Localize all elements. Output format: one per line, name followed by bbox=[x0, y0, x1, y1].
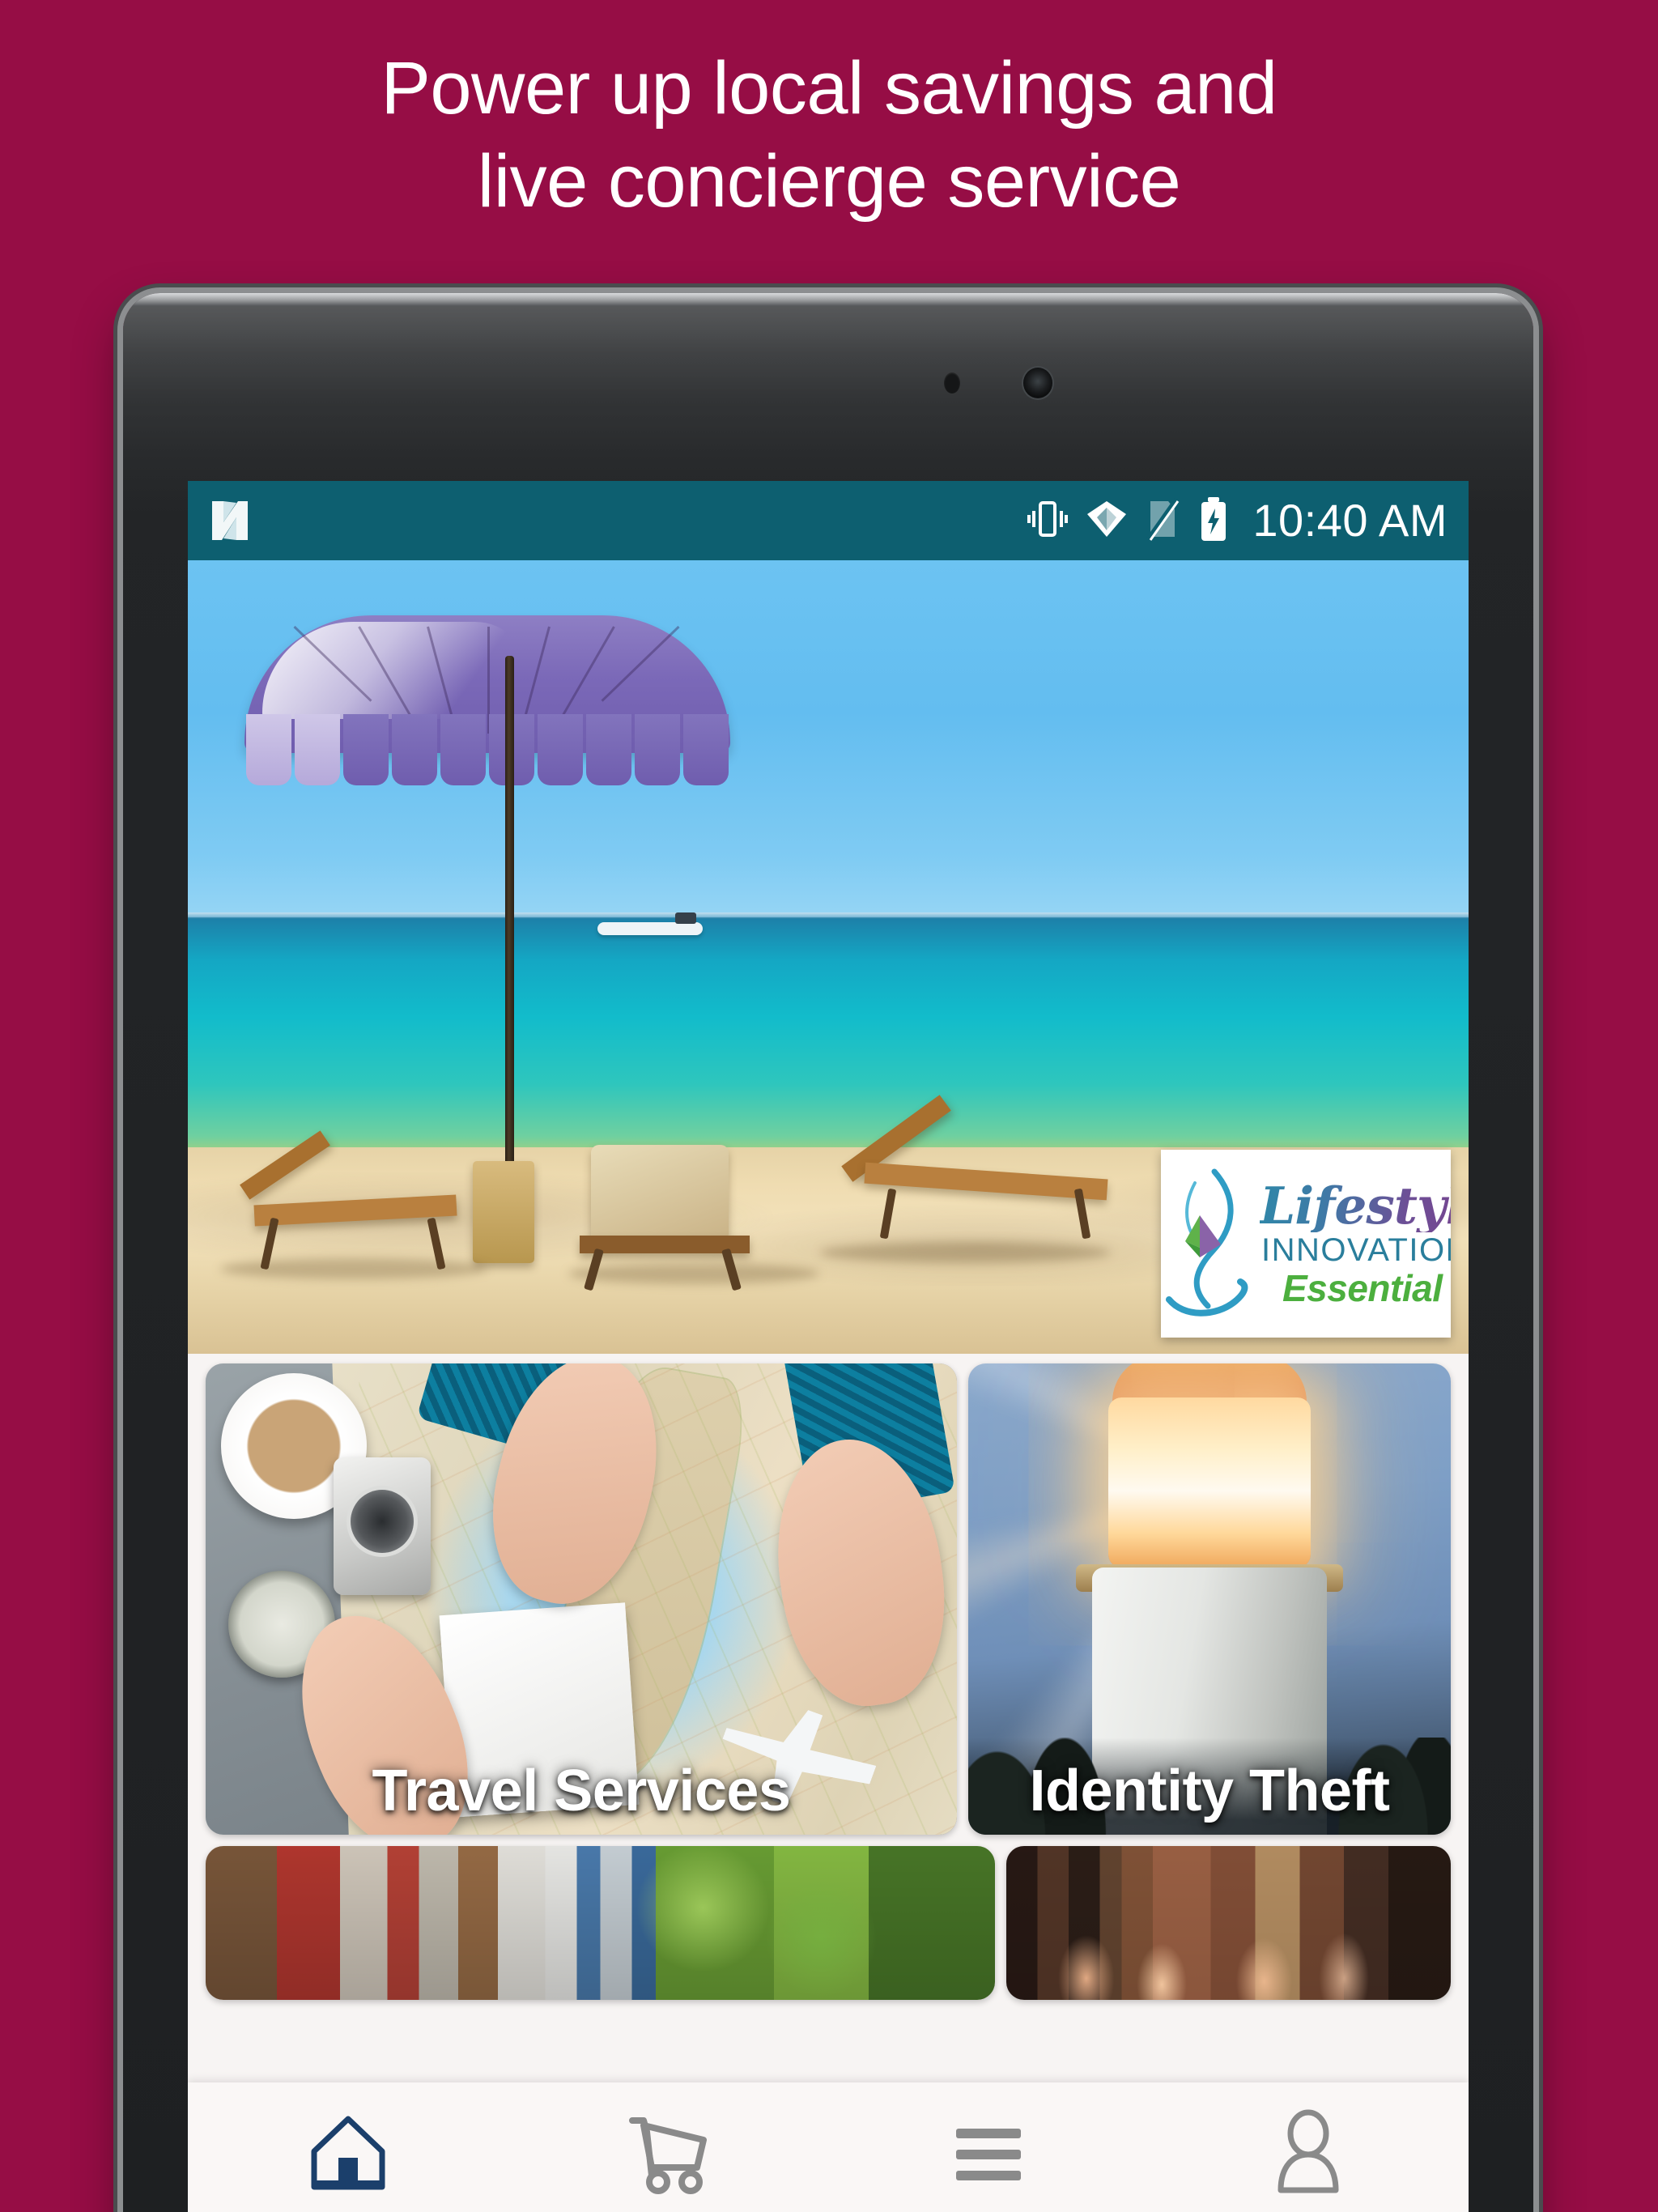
logo-subtitle-text: INNOVATIONS bbox=[1261, 1232, 1451, 1268]
proximity-sensor-icon bbox=[944, 372, 960, 393]
front-camera-icon bbox=[1023, 368, 1052, 398]
nav-item-cart[interactable]: Cart bbox=[508, 2105, 829, 2212]
device-screen: 10:40 AM Lifesty INNOVATIO Essential Tra… bbox=[188, 481, 1469, 2212]
sim-card-icon bbox=[1146, 496, 1180, 546]
tile-row-2 bbox=[206, 1846, 1451, 2000]
tile-local-deals[interactable] bbox=[206, 1846, 995, 2000]
beach-umbrella-icon bbox=[244, 615, 730, 785]
headline-line-2: live concierge service bbox=[477, 140, 1181, 223]
tablet-device: 10:40 AM Lifesty INNOVATIO Essential Tra… bbox=[123, 293, 1533, 2212]
street-shops-artwork bbox=[206, 1846, 995, 2000]
tile-travel-services[interactable]: Travel Services bbox=[206, 1363, 957, 1835]
status-bar: 10:40 AM bbox=[188, 481, 1469, 560]
category-tile-grid: Travel Services Identity Theft bbox=[188, 1354, 1469, 2000]
lounge-chair-left bbox=[230, 1130, 473, 1270]
hamburger-icon bbox=[943, 2105, 1034, 2201]
status-bar-clock: 10:40 AM bbox=[1252, 495, 1448, 546]
lounge-chair-center bbox=[568, 1134, 811, 1291]
boat-shape bbox=[597, 912, 704, 935]
android-nougat-n-icon bbox=[207, 498, 249, 543]
tile-dining[interactable] bbox=[1006, 1846, 1451, 2000]
battery-charging-icon bbox=[1197, 496, 1230, 547]
brand-logo-card: Lifestyle INNOVATIONS Essential bbox=[1161, 1150, 1451, 1338]
hero-horizon bbox=[188, 912, 1469, 920]
promo-headline: Power up local savings and live concierg… bbox=[0, 42, 1658, 228]
tile-label: Identity Theft bbox=[1029, 1759, 1390, 1823]
hero-banner[interactable]: Lifestyle INNOVATIONS Essential bbox=[188, 560, 1469, 1354]
nav-item-menu[interactable]: Menu bbox=[828, 2105, 1149, 2212]
nav-item-home[interactable]: Home bbox=[188, 2105, 508, 2212]
bottom-navigation-bar: Home Cart bbox=[188, 2082, 1469, 2212]
restaurant-diners-artwork bbox=[1006, 1846, 1451, 2000]
wifi-icon bbox=[1086, 496, 1128, 546]
vibrate-icon bbox=[1027, 496, 1069, 546]
cart-icon bbox=[623, 2105, 713, 2201]
tile-identity-theft[interactable]: Identity Theft bbox=[968, 1363, 1451, 1835]
cooler-bag bbox=[473, 1161, 534, 1263]
lifestyle-swirl-glass-icon bbox=[1166, 1167, 1253, 1321]
nav-item-membership[interactable]: Membership bbox=[1149, 2105, 1469, 2212]
device-top-edge bbox=[123, 293, 1533, 306]
logo-tagline-text: Essential bbox=[1282, 1267, 1443, 1309]
logo-script-text: Lifestyle bbox=[1260, 1179, 1451, 1232]
home-icon bbox=[303, 2105, 393, 2201]
person-icon bbox=[1263, 2105, 1354, 2201]
tile-row-1: Travel Services Identity Theft bbox=[206, 1363, 1451, 1835]
headline-line-1: Power up local savings and bbox=[380, 47, 1278, 130]
lounge-chair-right bbox=[827, 1095, 1119, 1252]
tile-label: Travel Services bbox=[372, 1759, 791, 1823]
